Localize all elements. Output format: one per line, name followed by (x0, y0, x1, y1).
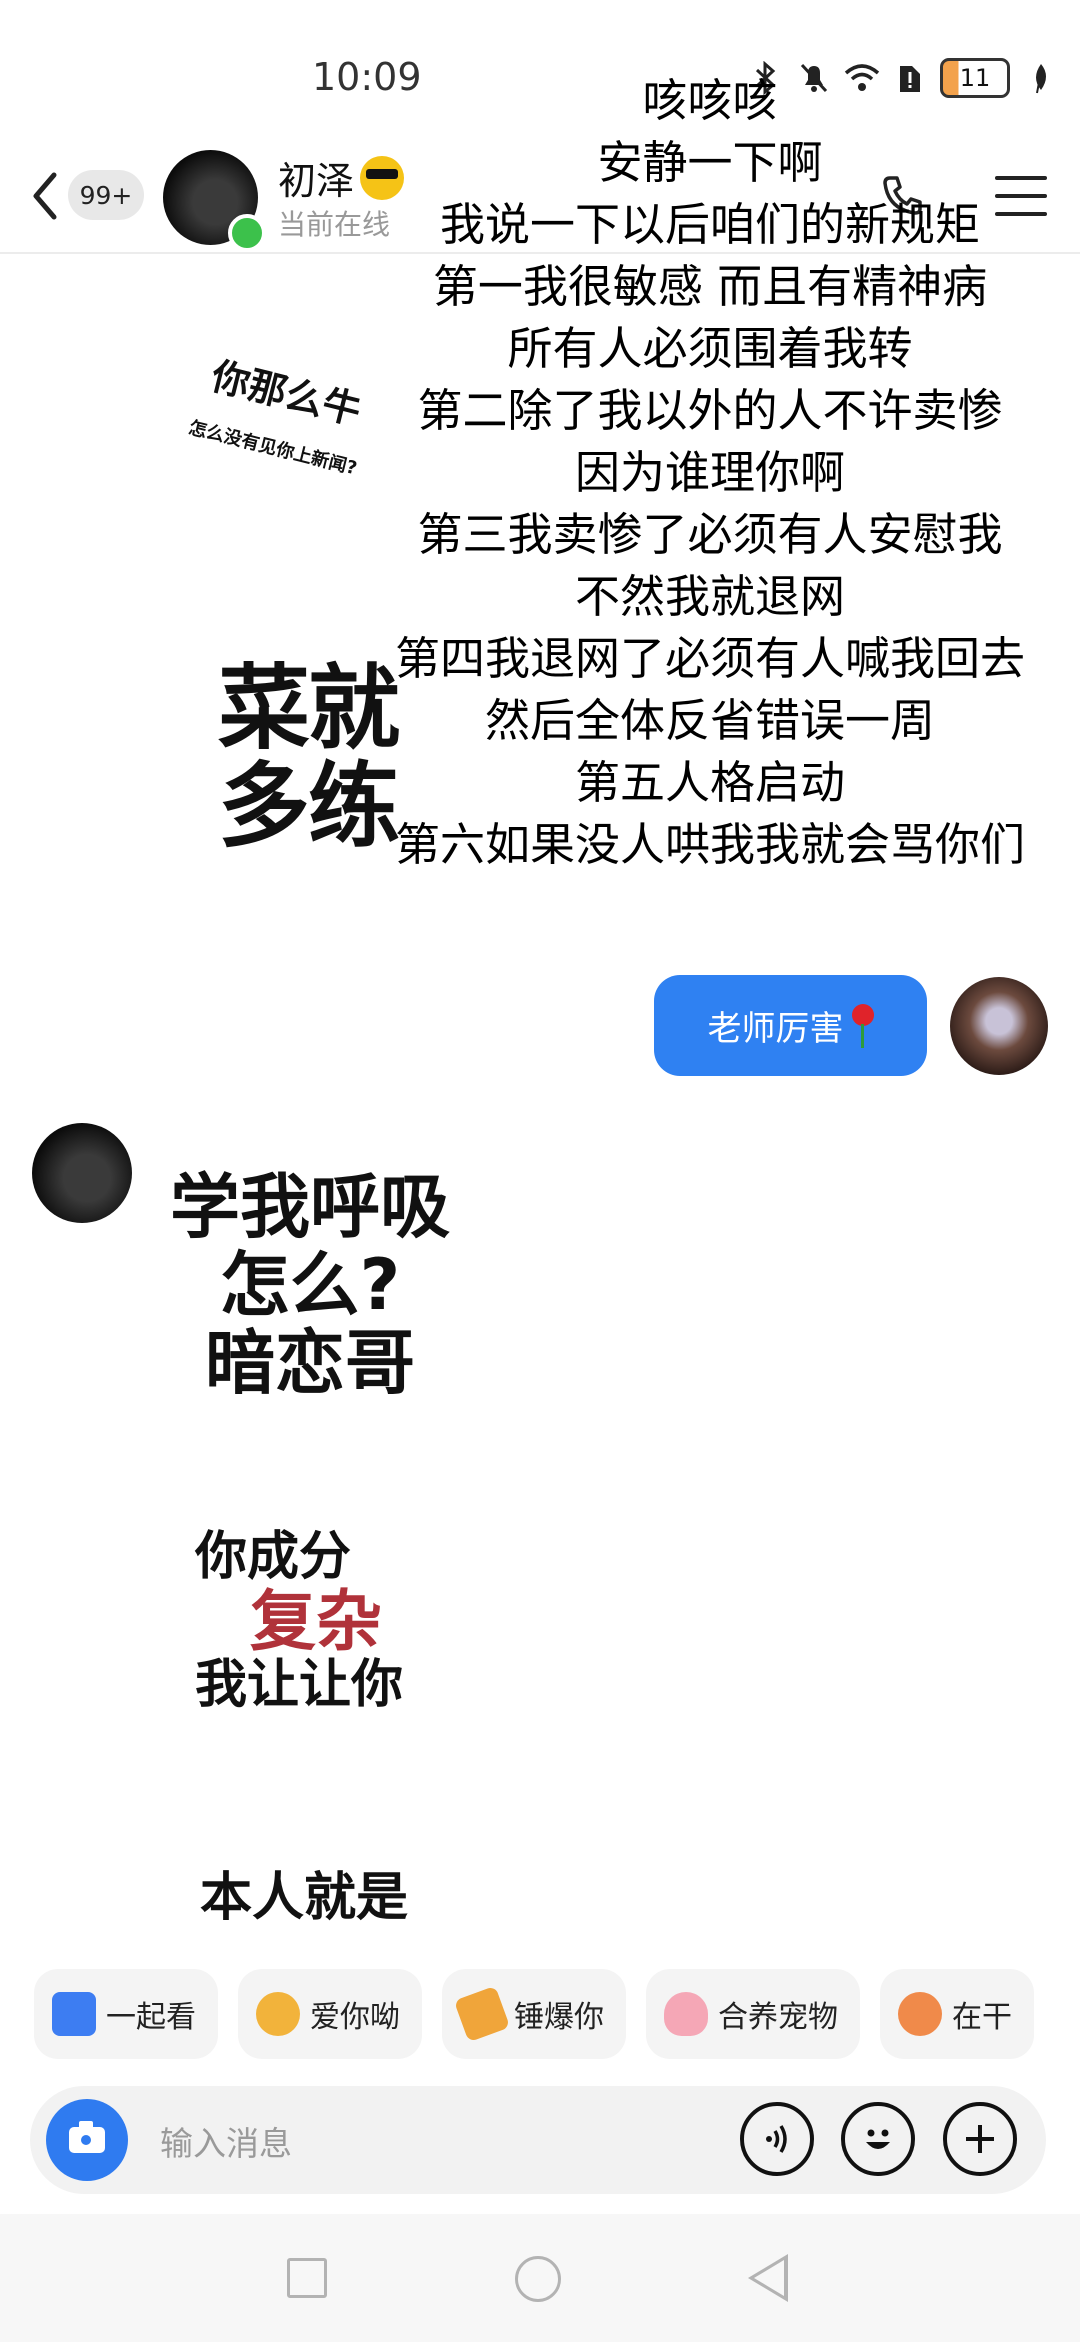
camera-icon (69, 2121, 105, 2153)
pet-icon (664, 1992, 708, 2036)
back-button[interactable] (25, 166, 65, 226)
header-divider (0, 252, 1080, 254)
quick-action-pet[interactable]: 合养宠物 (646, 1969, 860, 2059)
overlay-line: 第六如果没人哄我我就会骂你们 (394, 818, 1025, 871)
sticker-text: 我让让你 (195, 1654, 404, 1715)
contact-message-avatar[interactable] (32, 1123, 132, 1223)
contact-name: 初泽 (278, 159, 355, 203)
status-icons: 11 (748, 58, 1058, 98)
message-text: 老师厉害 (707, 1009, 844, 1049)
sticker-text: 你成分 (195, 1526, 352, 1587)
leaf-icon (1022, 60, 1058, 96)
sticker-text: 怎么? (219, 1244, 401, 1326)
message-input[interactable]: 输入消息 (160, 2117, 292, 2165)
chip-label: 爱你呦 (310, 2000, 400, 2035)
outgoing-message-bubble[interactable]: 老师厉害 (654, 975, 927, 1076)
chip-label: 合养宠物 (718, 2000, 838, 2035)
overlay-line: 不然我就退网 (574, 570, 845, 623)
unread-count-badge[interactable]: 99+ (68, 170, 144, 220)
menu-line (995, 194, 1047, 198)
sticker-caijiuduolian[interactable]: 菜就 多练 (218, 655, 400, 860)
watch-together-icon (52, 1992, 96, 2036)
sticker-text: 暗恋哥 (205, 1322, 415, 1404)
sticker-text: 复杂 (250, 1582, 382, 1660)
quick-action-watch-together[interactable]: 一起看 (34, 1969, 218, 2059)
quick-action-love-you[interactable]: 爱你呦 (238, 1969, 422, 2059)
battery-icon: 11 (940, 58, 1010, 98)
overlay-line: 然后全体反省错误一周 (484, 694, 935, 747)
sticker-benrenjiushi: 本人就是 (200, 1868, 408, 1928)
overlay-line: 第四我退网了必须有人喊我回去 (394, 632, 1025, 685)
mute-bell-icon (796, 60, 832, 96)
recent-apps-icon[interactable] (287, 2258, 327, 2298)
more-menu-button[interactable] (995, 176, 1047, 216)
overlay-line: 第五人格启动 (574, 756, 845, 809)
overlay-line: 第三我卖惨了必须有人安慰我 (417, 508, 1003, 561)
contact-name-row[interactable]: 初泽 (278, 150, 405, 205)
busy-icon (898, 1992, 942, 2036)
call-button[interactable] (880, 172, 926, 218)
battery-level: 11 (959, 64, 991, 92)
hammer-icon (453, 1985, 511, 2043)
sticker-text: 本人就是 (200, 1868, 409, 1928)
chip-label: 在干 (952, 2000, 1012, 2035)
overlay-line: 因为谁理你啊 (574, 446, 845, 499)
status-time: 10:09 (312, 55, 422, 99)
camera-button[interactable] (46, 2099, 128, 2181)
sticker-xuewohuxi[interactable]: 学我呼吸 怎么? 暗恋哥 (150, 1168, 470, 1402)
chevron-left-icon (33, 172, 57, 220)
sticker-niname[interactable]: 你那么牛 怎么没有见你上新闻? (187, 345, 378, 480)
menu-line (995, 212, 1047, 216)
sticker-text: 学我呼吸 (170, 1166, 450, 1248)
sim-alert-icon (892, 60, 928, 96)
voice-icon (766, 2125, 787, 2153)
chip-label: 锤爆你 (514, 2000, 604, 2035)
overlay-line: 第一我很敏感 而且有精神病 (432, 260, 988, 313)
rose-emoji-icon (850, 1003, 874, 1048)
sunglasses-emoji-icon (360, 155, 405, 200)
sticker-benrenjiushi-clip[interactable]: 本人就是 (200, 1868, 460, 1950)
sticker-text: 多练 (218, 753, 400, 860)
bluetooth-icon (748, 60, 784, 96)
sticker-chengfenfuza[interactable]: 你成分 复杂 我让让你 (195, 1525, 403, 1717)
overlay-line: 第二除了我以外的人不许卖惨 (417, 384, 1003, 437)
menu-line (995, 176, 1047, 180)
love-face-icon (256, 1992, 300, 2036)
chip-label: 一起看 (106, 2000, 196, 2035)
quick-actions-bar: 一起看 爱你呦 锤爆你 合养宠物 在干 (34, 1969, 1034, 2059)
smiley-icon (866, 2129, 890, 2149)
plus-icon (966, 2125, 994, 2153)
sticker-text: 菜就 (218, 655, 400, 762)
voice-button[interactable] (740, 2102, 814, 2176)
status-bar: 10:09 11 (0, 0, 1080, 150)
overlay-line: 所有人必须围着我转 (507, 322, 913, 375)
home-icon[interactable] (515, 2256, 561, 2302)
back-triangle-icon[interactable] (748, 2254, 788, 2302)
self-avatar[interactable] (950, 977, 1048, 1075)
emoji-button[interactable] (841, 2102, 915, 2176)
more-actions-button[interactable] (943, 2102, 1017, 2176)
quick-action-busy[interactable]: 在干 (880, 1969, 1034, 2059)
online-status-dot (228, 214, 266, 252)
quick-action-hammer[interactable]: 锤爆你 (442, 1969, 626, 2059)
phone-icon (883, 176, 922, 215)
wifi-icon (844, 60, 880, 96)
contact-status: 当前在线 (278, 208, 391, 241)
